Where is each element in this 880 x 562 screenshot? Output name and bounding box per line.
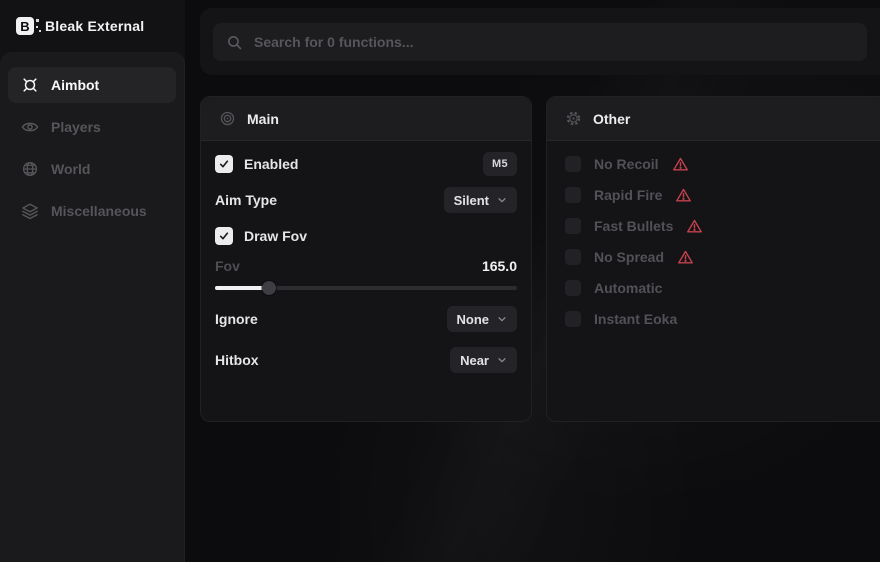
warning-icon (675, 187, 692, 204)
fast-bullets-row: Fast Bullets (565, 216, 703, 236)
no-spread-row: No Spread (565, 247, 694, 267)
main-panel-header: Main (201, 97, 531, 141)
no-spread-label: No Spread (594, 249, 664, 265)
main-panel: Main Enabled M5 Aim Type Silent (200, 96, 532, 422)
draw-fov-checkbox[interactable] (215, 227, 233, 245)
ignore-dropdown[interactable]: None (447, 306, 518, 332)
target-icon (219, 110, 236, 127)
instant-eoka-row: Instant Eoka (565, 309, 677, 329)
fov-slider[interactable] (215, 286, 517, 290)
automatic-row: Automatic (565, 278, 662, 298)
chevron-down-icon (497, 314, 507, 324)
fov-slider-thumb[interactable] (262, 281, 276, 295)
enabled-row: Enabled M5 (215, 152, 517, 176)
fov-row: Fov 165.0 (215, 257, 517, 275)
fov-label: Fov (215, 258, 240, 274)
draw-fov-label: Draw Fov (244, 228, 307, 244)
app-title: Bleak External (45, 18, 144, 34)
no-recoil-checkbox[interactable] (565, 156, 581, 172)
other-panel: Other No Recoil Rapid Fire Fast Bullets (546, 96, 880, 422)
search-icon (226, 34, 243, 51)
sidebar-item-players[interactable]: Players (8, 109, 176, 145)
bleak-logo-icon: B (16, 17, 34, 35)
enabled-checkbox[interactable] (215, 155, 233, 173)
search-field[interactable] (213, 23, 867, 61)
automatic-label: Automatic (594, 280, 662, 296)
warning-icon (686, 218, 703, 235)
rapid-fire-label: Rapid Fire (594, 187, 662, 203)
eye-icon (21, 118, 39, 136)
panel-title: Main (247, 111, 279, 127)
hitbox-label: Hitbox (215, 352, 259, 368)
automatic-checkbox[interactable] (565, 280, 581, 296)
no-recoil-row: No Recoil (565, 154, 689, 174)
no-recoil-label: No Recoil (594, 156, 659, 172)
no-spread-checkbox[interactable] (565, 249, 581, 265)
fov-slider-fill (215, 286, 269, 290)
rapid-fire-row: Rapid Fire (565, 185, 692, 205)
draw-fov-row: Draw Fov (215, 224, 517, 248)
search-input[interactable] (254, 34, 854, 50)
aim-type-value: Silent (454, 193, 489, 208)
hitbox-value: Near (460, 353, 489, 368)
search-bar-container (200, 8, 880, 75)
sidebar: B Bleak External Aimbot Players (0, 0, 185, 562)
ignore-label: Ignore (215, 311, 258, 327)
hitbox-row: Hitbox Near (215, 347, 517, 373)
fast-bullets-label: Fast Bullets (594, 218, 673, 234)
layers-icon (21, 202, 39, 220)
fov-value: 165.0 (482, 258, 517, 274)
warning-icon (677, 249, 694, 266)
fast-bullets-checkbox[interactable] (565, 218, 581, 234)
sidebar-nav: Aimbot Players World Miscellaneous (0, 52, 185, 562)
sidebar-item-miscellaneous[interactable]: Miscellaneous (8, 193, 176, 229)
sidebar-item-aimbot[interactable]: Aimbot (8, 67, 176, 103)
aim-type-dropdown[interactable]: Silent (444, 187, 517, 213)
hitbox-dropdown[interactable]: Near (450, 347, 517, 373)
aim-type-label: Aim Type (215, 192, 277, 208)
globe-icon (21, 160, 39, 178)
sidebar-item-label: World (51, 161, 90, 177)
ignore-row: Ignore None (215, 306, 517, 332)
logo-letter: B (20, 19, 29, 34)
instant-eoka-checkbox[interactable] (565, 311, 581, 327)
app-logo-row: B Bleak External (16, 13, 144, 39)
sidebar-item-label: Miscellaneous (51, 203, 147, 219)
warning-icon (672, 156, 689, 173)
check-icon (218, 230, 230, 242)
rapid-fire-checkbox[interactable] (565, 187, 581, 203)
chevron-down-icon (497, 195, 507, 205)
check-icon (218, 158, 230, 170)
instant-eoka-label: Instant Eoka (594, 311, 677, 327)
chevron-down-icon (497, 355, 507, 365)
enabled-keybind-button[interactable]: M5 (483, 152, 517, 176)
sidebar-item-world[interactable]: World (8, 151, 176, 187)
other-panel-header: Other (547, 97, 880, 141)
sidebar-item-label: Aimbot (51, 77, 99, 93)
panel-title: Other (593, 111, 630, 127)
aim-type-row: Aim Type Silent (215, 187, 517, 213)
ignore-value: None (457, 312, 490, 327)
sidebar-item-label: Players (51, 119, 101, 135)
crosshair-icon (21, 76, 39, 94)
enabled-label: Enabled (244, 156, 298, 172)
gear-icon (565, 110, 582, 127)
